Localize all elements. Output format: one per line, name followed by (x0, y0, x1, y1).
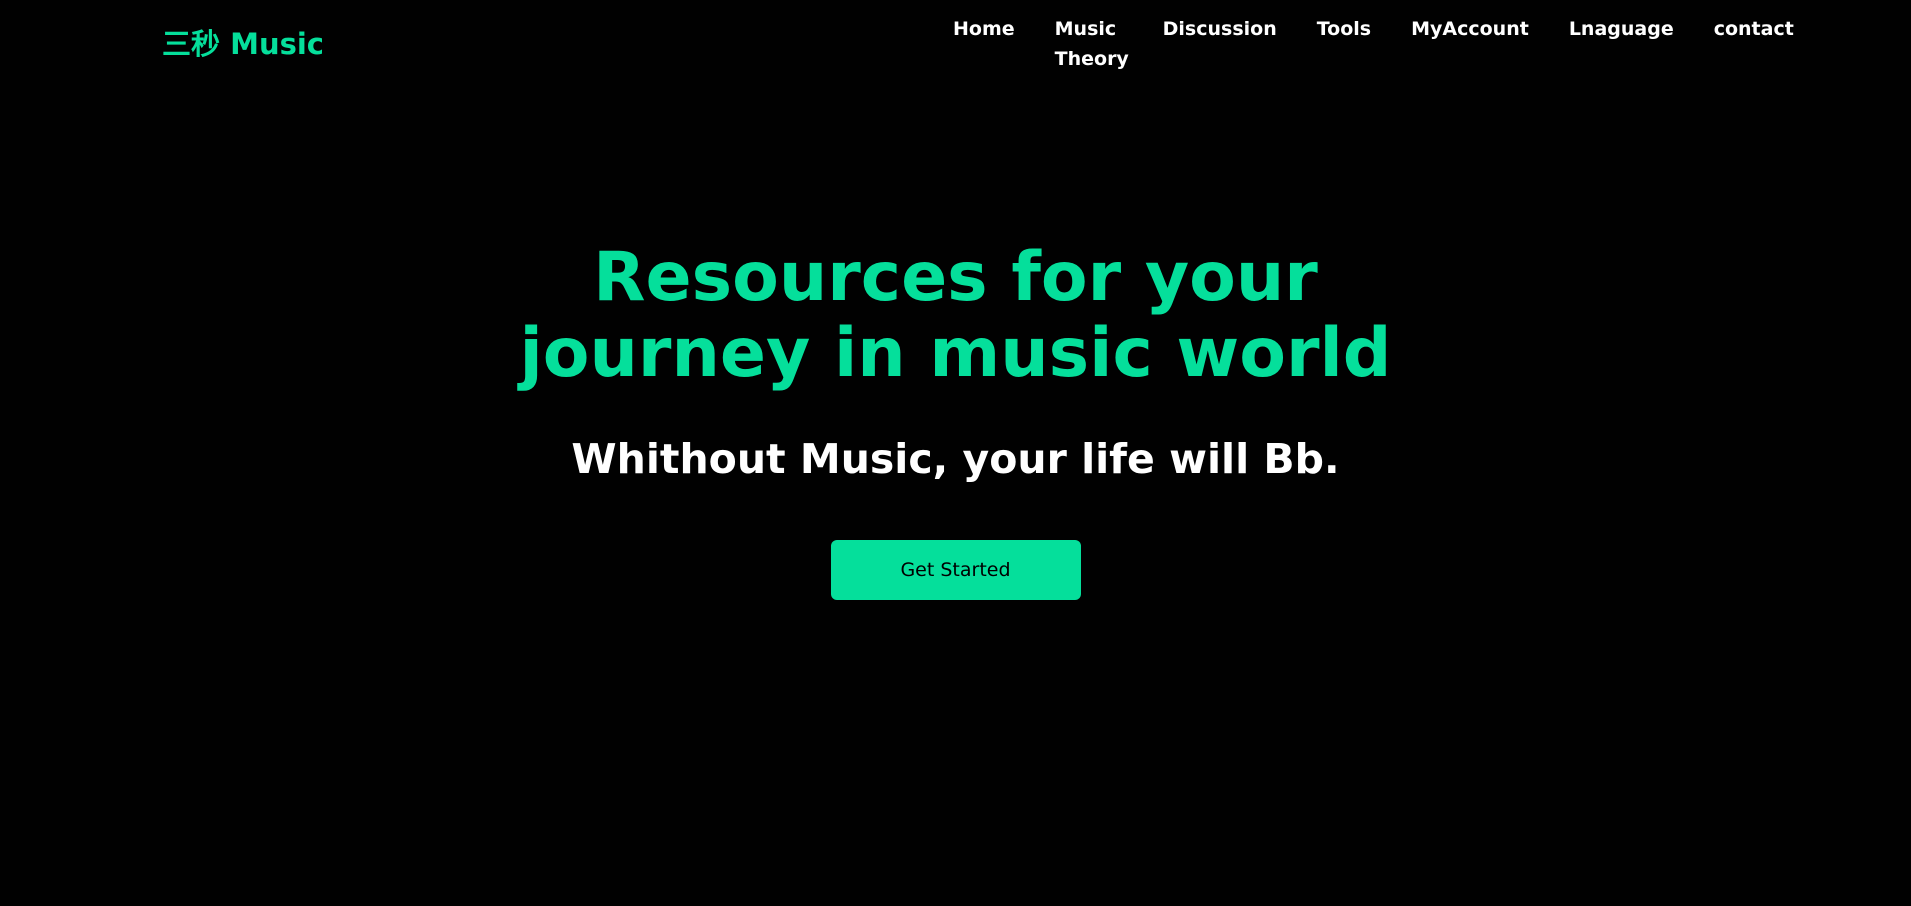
hero-subtitle: Whithout Music, your life will Bb. (571, 435, 1340, 483)
navbar: 三秒 Music Home Music Theory Discussion To… (0, 0, 1911, 90)
nav-item-contact[interactable]: contact (1714, 14, 1794, 44)
nav-item-home[interactable]: Home (953, 14, 1015, 44)
hero-title: Resources for your journey in music worl… (519, 238, 1392, 393)
nav-item-language[interactable]: Lnaguage (1569, 14, 1674, 44)
nav-item-my-account[interactable]: MyAccount (1411, 14, 1529, 44)
get-started-button[interactable]: Get Started (830, 540, 1081, 600)
nav-menu: Home Music Theory Discussion Tools MyAcc… (953, 14, 1794, 74)
nav-item-tools[interactable]: Tools (1317, 14, 1371, 44)
site-logo[interactable]: 三秒 Music (162, 24, 324, 64)
hero-section: Resources for your journey in music worl… (0, 240, 1911, 600)
nav-item-music-theory[interactable]: Music Theory (1055, 14, 1129, 74)
nav-item-discussion[interactable]: Discussion (1163, 14, 1277, 44)
